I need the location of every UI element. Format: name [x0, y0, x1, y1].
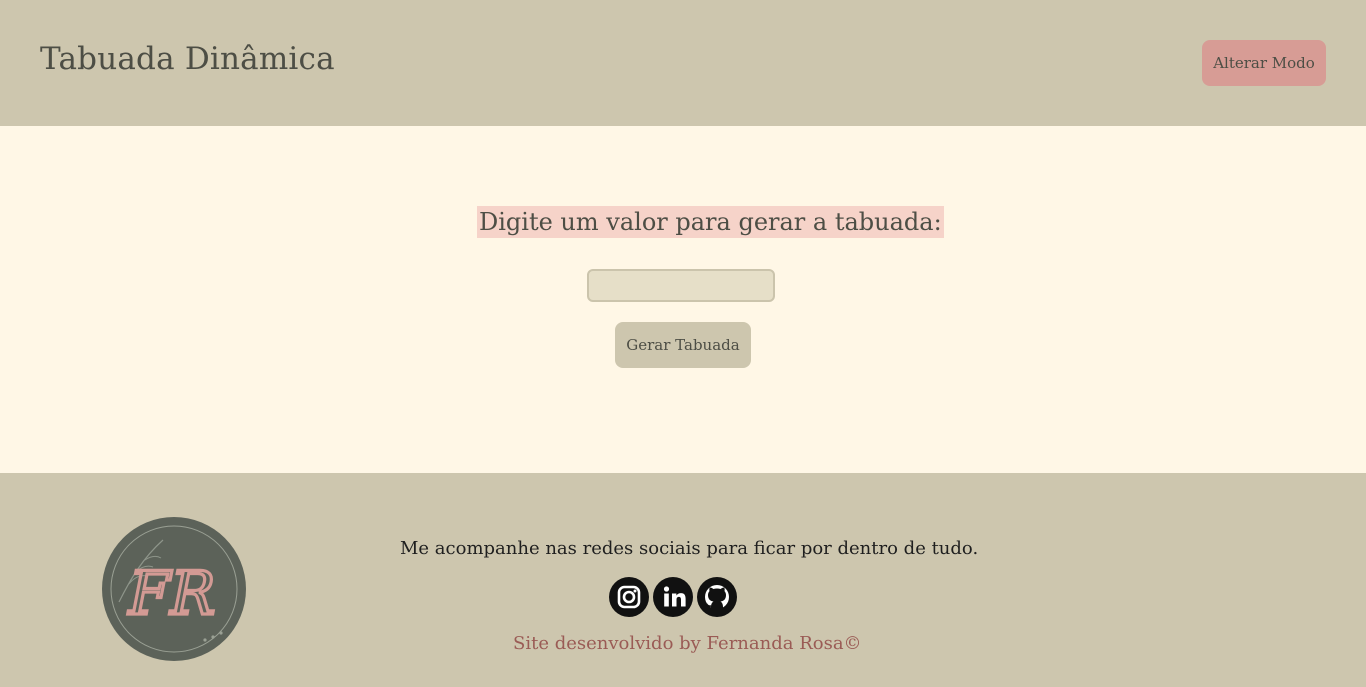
fr-logo: FR — [102, 517, 246, 661]
value-prompt: Digite um valor para gerar a tabuada: — [477, 206, 944, 238]
site-title: Tabuada Dinâmica — [40, 41, 335, 77]
instagram-icon — [617, 585, 641, 609]
svg-text:FR: FR — [128, 559, 216, 629]
instagram-link[interactable] — [609, 577, 649, 617]
main-content: Digite um valor para gerar a tabuada: Ge… — [0, 126, 1366, 473]
site-credit: Site desenvolvido by Fernanda Rosa© — [513, 633, 862, 654]
site-header: Tabuada Dinâmica Alterar Modo — [0, 0, 1366, 126]
github-link[interactable] — [697, 577, 737, 617]
github-icon — [705, 585, 729, 610]
linkedin-link[interactable] — [653, 577, 693, 617]
social-follow-text: Me acompanhe nas redes sociais para fica… — [400, 538, 979, 559]
linkedin-icon — [663, 586, 686, 607]
site-footer: FR Me acompanhe nas redes sociais para f… — [0, 473, 1366, 687]
generate-table-button[interactable]: Gerar Tabuada — [615, 322, 751, 368]
value-input[interactable] — [587, 269, 775, 302]
toggle-mode-button[interactable]: Alterar Modo — [1202, 40, 1326, 86]
